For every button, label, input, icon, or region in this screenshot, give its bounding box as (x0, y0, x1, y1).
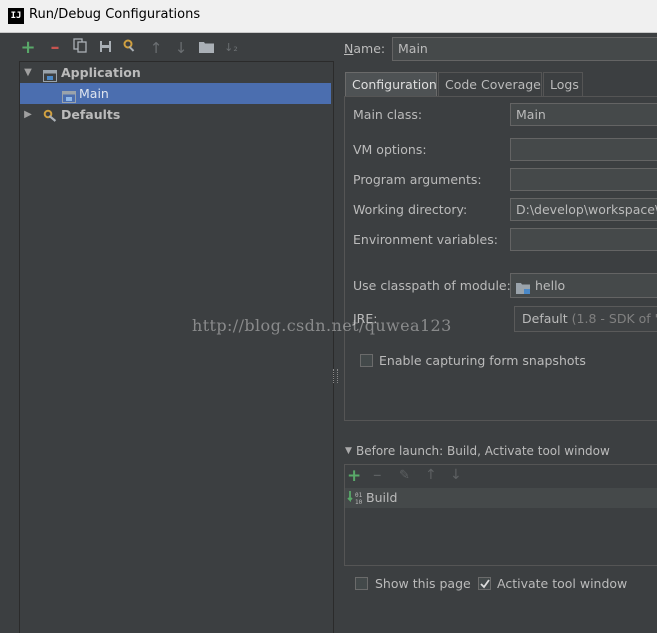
add-icon[interactable]: + (18, 38, 38, 58)
program-arguments-label: Program arguments: (353, 172, 482, 187)
watermark-text: http://blog.csdn.net/quwea123 (192, 316, 452, 335)
before-launch-panel (344, 464, 657, 566)
svg-text:10: 10 (355, 499, 363, 506)
move-down-icon[interactable]: ↓ (171, 38, 191, 58)
before-launch-task-row[interactable]: 01 10 Build (345, 488, 657, 508)
main-class-input[interactable]: Main (510, 103, 657, 126)
classpath-module-select[interactable]: hello (510, 273, 657, 298)
vm-options-label: VM options: (353, 142, 427, 157)
before-launch-title: Before launch: Build, Activate tool wind… (356, 444, 610, 458)
jre-select[interactable]: Default (1.8 - SDK of 'he (514, 306, 657, 332)
before-launch-remove-icon[interactable]: – (373, 465, 382, 485)
vm-options-input[interactable] (510, 138, 657, 161)
working-directory-input[interactable]: D:\develop\workspace\h (510, 198, 657, 221)
show-page-label: Show this page (375, 576, 471, 591)
tab-configuration[interactable]: Configuration (345, 72, 437, 96)
classpath-module-label: Use classpath of module: (353, 278, 511, 293)
configuration-tree: ▼ Application Main ▶ Defaults (19, 61, 334, 633)
classpath-module-value: hello (535, 278, 566, 293)
working-directory-label: Working directory: (353, 202, 468, 217)
name-label: Name: (344, 41, 386, 56)
jre-value: Default (522, 311, 568, 326)
wrench-icon (43, 108, 57, 122)
tree-label-defaults: Defaults (61, 107, 121, 122)
before-launch-collapse-icon[interactable]: ▼ (345, 446, 352, 456)
window-title: Run/Debug Configurations (29, 7, 201, 22)
environment-variables-input[interactable] (510, 228, 657, 251)
run-config-icon (62, 88, 76, 103)
svg-text:01: 01 (355, 492, 363, 499)
before-launch-edit-icon[interactable]: ✎ (399, 468, 410, 483)
move-up-icon[interactable]: ↑ (146, 38, 166, 58)
before-launch-add-icon[interactable]: + (347, 466, 361, 486)
tab-code-coverage[interactable]: Code Coverage (438, 72, 542, 96)
build-icon: 01 10 (347, 490, 363, 509)
activate-tool-window-checkbox[interactable] (478, 577, 491, 590)
tree-label-application: Application (61, 65, 141, 80)
collapse-arrow-icon[interactable]: ▶ (23, 104, 33, 125)
title-bar: IJ Run/Debug Configurations (0, 0, 657, 33)
tree-item-application[interactable]: ▼ Application (20, 62, 331, 83)
program-arguments-input[interactable] (510, 168, 657, 191)
before-launch-down-icon[interactable]: ↓ (450, 467, 462, 483)
tree-item-main[interactable]: Main (20, 83, 331, 104)
expand-arrow-icon[interactable]: ▼ (23, 62, 33, 83)
module-folder-icon (516, 279, 531, 297)
save-icon[interactable] (95, 38, 115, 58)
tab-logs[interactable]: Logs (543, 72, 583, 96)
splitter-handle[interactable] (333, 369, 338, 383)
jre-hint: (1.8 - SDK of 'he (571, 311, 657, 326)
application-icon (43, 67, 57, 82)
main-class-label: Main class: (353, 107, 423, 122)
tree-item-defaults[interactable]: ▶ Defaults (20, 104, 331, 125)
name-input[interactable]: Main (392, 37, 657, 61)
copy-icon[interactable] (70, 38, 90, 58)
activate-tool-window-label: Activate tool window (497, 576, 628, 591)
enable-snapshots-checkbox[interactable] (360, 354, 373, 367)
edit-defaults-icon[interactable] (120, 38, 140, 58)
show-page-checkbox[interactable] (355, 577, 368, 590)
build-task-label: Build (366, 490, 398, 505)
intellij-logo-icon: IJ (8, 8, 24, 24)
before-launch-up-icon[interactable]: ↑ (425, 467, 437, 483)
enable-snapshots-label: Enable capturing form snapshots (379, 353, 586, 368)
tree-label-main: Main (79, 86, 109, 101)
folder-icon[interactable] (196, 38, 216, 58)
remove-icon[interactable]: – (45, 38, 65, 58)
sort-icon[interactable]: ↓₂ (221, 38, 241, 58)
environment-variables-label: Environment variables: (353, 232, 498, 247)
